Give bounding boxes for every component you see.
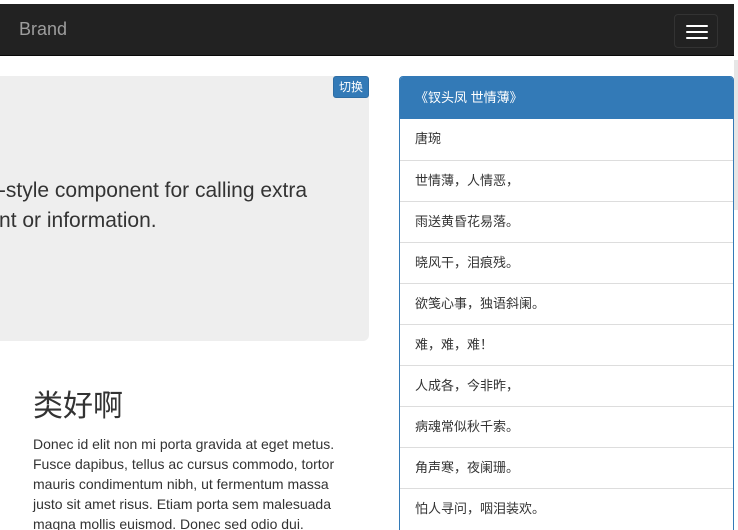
navbar-brand[interactable]: Brand	[19, 19, 67, 39]
scrollbar-thumb[interactable]	[734, 60, 738, 210]
list-item[interactable]: 病魂常似秋千索。	[400, 406, 733, 447]
list-item[interactable]: 唐琬	[400, 119, 733, 160]
list-item[interactable]: 雨送黄昏花易落。	[400, 201, 733, 242]
panel-heading: 《钗头凤 世情薄》	[400, 77, 733, 119]
list-item[interactable]: 晓风干，泪痕残。	[400, 242, 733, 283]
list-item[interactable]: 欲笺心事，独语斜阑。	[400, 283, 733, 324]
list-item[interactable]: 难，难，难！	[400, 324, 733, 365]
list-item[interactable]: 怕人寻问，咽泪装欢。	[400, 488, 733, 529]
jumbotron: This is a simple jumbotron-style compone…	[0, 76, 369, 341]
scrollbar-track[interactable]	[734, 4, 738, 530]
list-item[interactable]: 人成各，今非昨，	[400, 365, 733, 406]
section-paragraph: Donec id elit non mi porta gravida at eg…	[33, 436, 335, 530]
jumbotron-text: This is a simple jumbotron-style compone…	[0, 179, 308, 232]
navbar: Brand	[0, 4, 734, 56]
sidebar-panel: 《钗头凤 世情薄》 唐琬 世情薄，人情恶， 雨送黄昏花易落。 晓风干，泪痕残。 …	[399, 76, 734, 530]
list-item[interactable]: 角声寒，夜阑珊。	[400, 447, 733, 488]
toggle-sidebar-button[interactable]: 切换	[333, 76, 370, 98]
navbar-toggle-button[interactable]	[674, 14, 718, 48]
section-heading: 类好啊	[33, 390, 123, 423]
poem-list: 唐琬 世情薄，人情恶， 雨送黄昏花易落。 晓风干，泪痕残。 欲笺心事，独语斜阑。…	[400, 119, 733, 529]
list-item[interactable]: 世情薄，人情恶，	[400, 160, 733, 201]
